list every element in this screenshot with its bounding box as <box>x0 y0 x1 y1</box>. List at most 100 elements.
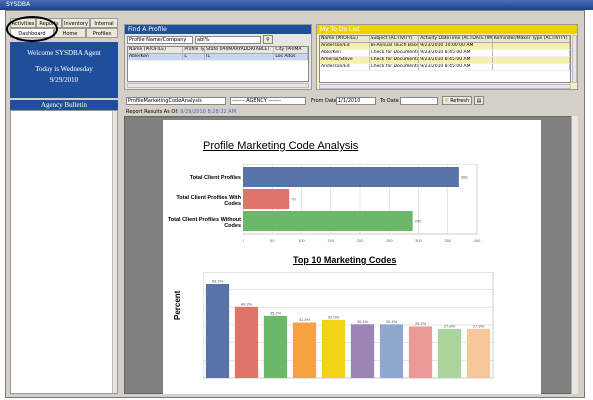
col-todo-reminder[interactable]: Reminder/Maker Type (ACTIVITY) <box>493 36 570 42</box>
app-window: SYSDBA Activities Reports Inventory Inte… <box>0 0 593 400</box>
search-by-select[interactable]: Profile Name/Company <box>127 36 193 44</box>
chart2-bar <box>350 324 375 378</box>
refresh-label: Refresh <box>450 98 470 104</box>
welcome-day: Today is Wednesday <box>35 65 93 73</box>
col-type[interactable]: Profile Typ <box>183 47 206 53</box>
chart2-data-label: 35.2% <box>270 310 282 315</box>
from-date-input[interactable]: 1/1/2010 <box>336 97 376 105</box>
profile-grid-header: Name (PROFILE) Profile Typ State (PRIMAR… <box>128 47 308 54</box>
chart1-svg: 0 50 100 150 200 250 300 350 400 369 79 290 <box>243 164 481 243</box>
chart2-bar <box>321 319 346 378</box>
welcome-agent: Welcome SYSDBA Agent <box>27 49 101 57</box>
chart2-data-label: 31.4% <box>299 317 311 322</box>
todo-hscroll[interactable] <box>319 84 571 89</box>
tab-home[interactable]: Home <box>54 28 86 38</box>
tab-inventory[interactable]: Inventory <box>62 18 90 28</box>
todo-title: My To Do List <box>317 25 577 34</box>
as-of-label: Report Results As Of: <box>126 109 179 115</box>
chart1-tick-label: 200 <box>357 238 364 243</box>
bulletin-scrollbar[interactable] <box>112 111 117 393</box>
to-date-input[interactable] <box>400 97 438 105</box>
table-row[interactable]: Able/Ken L IL Los Altos <box>128 54 308 61</box>
col-todo-name[interactable]: Name (PROFILE) <box>320 36 370 42</box>
chart2-ylabel: Percent <box>173 290 182 320</box>
search-icon: ⚲ <box>266 37 270 43</box>
chart2-bar <box>408 326 433 378</box>
chart1-category-label: Total Client Profiles With Codes <box>176 195 241 207</box>
chart1-tick-label: 150 <box>327 238 334 243</box>
chart1-data-label: 369 <box>461 175 468 180</box>
table-row[interactable]: Anderson/Ed Bi-Annual Touch Base 9/23/20… <box>320 43 570 50</box>
refresh-icon: ⚲ <box>444 98 449 104</box>
chart2-title: Top 10 Marketing Codes <box>293 255 397 265</box>
chart2-bar <box>205 284 230 378</box>
refresh-button[interactable]: ⚲ Refresh <box>442 96 472 105</box>
chart2-data-label: 27.8% <box>473 323 485 328</box>
chart2-bar <box>466 328 491 378</box>
chart2-data-label: 30.4% <box>386 319 398 324</box>
bulletin-title: Agency Bulletin <box>10 100 118 110</box>
tab-internal[interactable]: Internal <box>90 18 118 28</box>
report-select[interactable]: ProfileMarketingCodeAnalysis <box>126 97 226 105</box>
search-input[interactable]: abl% <box>195 36 261 44</box>
from-date-label: From Date <box>311 98 337 104</box>
chart2-data-label: 30.4% <box>357 319 369 324</box>
chart2-svg: 53.2% 40.3% 35.2% 31.4% 32.9% 30.4% 30.4% 29.2%… <box>203 272 494 379</box>
chart2-bar <box>263 315 288 378</box>
print-button[interactable]: ▤ <box>474 96 484 105</box>
chart1-title: Profile Marketing Code Analysis <box>203 140 359 152</box>
chart1-bar <box>243 167 459 187</box>
col-name[interactable]: Name (PROFILE) <box>128 47 184 53</box>
chart2-bar <box>379 324 404 378</box>
col-todo-subject[interactable]: Subject (ACTIVITY) <box>370 36 420 42</box>
table-row[interactable]: Able/Ken Check for Documents 9/23/2010 8… <box>320 50 570 57</box>
chart1-tick-label: 300 <box>415 238 422 243</box>
report-page: Profile Marketing Code Analysis Total Cl… <box>163 120 541 394</box>
agency-select[interactable]: ------- AGENCY ------- <box>230 97 306 105</box>
todo-grid: Name (PROFILE) Subject (ACTIVITY) Activi… <box>319 35 571 83</box>
chart1-tick-label: 100 <box>298 238 305 243</box>
chart2-data-label: 27.8% <box>444 323 456 328</box>
chart1-data-label: 290 <box>415 219 422 224</box>
chart2-data-label: 29.2% <box>415 321 427 326</box>
chart2-data-label: 32.9% <box>328 314 340 319</box>
chart1-tick-label: 350 <box>444 238 451 243</box>
chart1-tick-label: 50 <box>270 238 275 243</box>
window-title: SYSDBA <box>6 1 31 8</box>
chart1-tick-label: 0 <box>243 238 245 243</box>
chart2-bar <box>234 306 259 378</box>
title-bar: SYSDBA <box>0 0 593 10</box>
chart2-bar <box>292 322 317 378</box>
tab-profiles[interactable]: Profiles <box>86 28 118 38</box>
todo-panel: My To Do List Name (PROFILE) Subject (AC… <box>316 24 578 90</box>
printer-icon: ▤ <box>476 98 482 104</box>
profile-grid: Name (PROFILE) Profile Typ State (PRIMAR… <box>127 46 309 82</box>
chart1-category-label: Total Client Profiles <box>189 175 241 181</box>
todo-grid-header: Name (PROFILE) Subject (ACTIVITY) Activi… <box>320 36 570 43</box>
table-row[interactable]: Amerail/Steve Check for Documents 9/23/2… <box>320 57 570 64</box>
chart2-data-label: 40.3% <box>241 301 253 306</box>
search-button[interactable]: ⚲ <box>263 35 273 44</box>
chart2-bar <box>437 328 462 378</box>
chart1-bar <box>243 189 290 209</box>
highlight-circle <box>6 16 58 42</box>
col-state[interactable]: State (PRIMARYADDRTABLE) <box>205 47 275 53</box>
chart1-tick-label: 400 <box>474 238 481 243</box>
col-city[interactable]: City (PRIMA <box>274 47 308 53</box>
chart1-tick-label: 250 <box>386 238 393 243</box>
table-row[interactable]: Anderson/Ed Check for Documents 9/23/201… <box>320 64 570 71</box>
chart1-bar <box>243 211 413 231</box>
todo-vscroll[interactable] <box>572 35 577 83</box>
to-date-label: To Date <box>380 98 399 104</box>
report-as-of: Report Results As Of: 9/29/2010 8:28:22 … <box>126 109 236 115</box>
find-profile-title: Find A Profile <box>125 25 311 34</box>
welcome-date: 9/29/2010 <box>49 76 79 84</box>
chart1-category-label: Total Client Profiles Without Codes <box>167 217 241 229</box>
chart1-data-label: 79 <box>291 197 296 202</box>
report-vscroll[interactable] <box>571 116 578 394</box>
as-of-value: 9/29/2010 8:28:22 AM <box>180 109 237 115</box>
find-profile-panel: Find A Profile Profile Name/Company abl%… <box>124 24 312 90</box>
col-todo-datetime[interactable]: Activity DateTime (ACTDATETIME) <box>419 36 493 42</box>
bulletin-panel <box>10 110 118 394</box>
profile-grid-hscroll[interactable] <box>127 83 309 88</box>
